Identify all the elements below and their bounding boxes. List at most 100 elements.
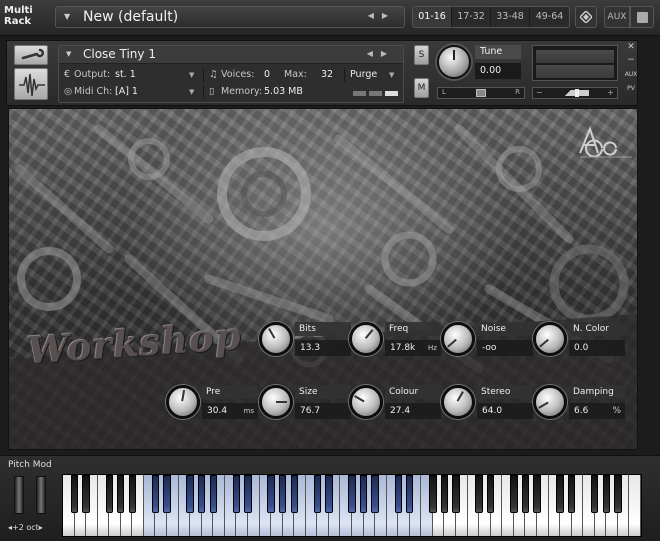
black-key[interactable] bbox=[429, 475, 437, 513]
pitch-bend-wheel[interactable] bbox=[14, 476, 24, 514]
tab-49-64[interactable]: 49-64 bbox=[530, 7, 569, 27]
prev-next-arrows-icon[interactable]: ◀▶ bbox=[367, 49, 395, 58]
pre-knob[interactable] bbox=[166, 385, 200, 419]
black-key[interactable] bbox=[533, 475, 541, 513]
black-key[interactable] bbox=[348, 475, 356, 513]
volume-slider-thumb[interactable] bbox=[575, 89, 579, 97]
volume-slider[interactable]: − + bbox=[532, 87, 618, 99]
black-key[interactable] bbox=[475, 475, 483, 513]
black-key[interactable] bbox=[198, 475, 206, 513]
output-value[interactable]: st. 1 bbox=[115, 69, 136, 80]
chevron-down-icon[interactable]: ▼ bbox=[64, 12, 70, 21]
close-icon[interactable]: ✕ bbox=[623, 42, 639, 52]
black-key[interactable] bbox=[602, 475, 610, 513]
black-key[interactable] bbox=[614, 475, 622, 513]
pan-slider-thumb[interactable] bbox=[476, 89, 486, 97]
size-value[interactable]: 76.7 bbox=[295, 403, 351, 419]
pre-value[interactable]: 30.4 ms bbox=[202, 403, 258, 419]
damping-knob[interactable] bbox=[533, 385, 567, 419]
white-key[interactable] bbox=[629, 475, 641, 536]
size-knob[interactable] bbox=[259, 385, 293, 419]
colour-control: Colour 27.4 bbox=[349, 381, 441, 425]
chevron-down-icon[interactable]: ▼ bbox=[389, 71, 394, 79]
black-key[interactable] bbox=[267, 475, 275, 513]
chevron-down-icon[interactable]: ▼ bbox=[66, 50, 71, 58]
max-voices-value[interactable]: 32 bbox=[321, 69, 333, 80]
black-key[interactable] bbox=[163, 475, 171, 513]
colour-knob[interactable] bbox=[349, 385, 383, 419]
tab-17-32[interactable]: 17-32 bbox=[452, 7, 491, 27]
black-key[interactable] bbox=[510, 475, 518, 513]
plus-icon[interactable]: + bbox=[607, 88, 614, 98]
minus-icon[interactable]: − bbox=[536, 88, 543, 98]
black-key[interactable] bbox=[278, 475, 287, 513]
black-key[interactable] bbox=[105, 475, 113, 513]
pv-toggle[interactable]: PV bbox=[623, 85, 639, 92]
freq-value[interactable]: 17.8k Hz bbox=[385, 340, 441, 356]
octave-up-icon[interactable]: ▸ bbox=[39, 523, 43, 532]
stereo-value[interactable]: 64.0 bbox=[477, 403, 533, 419]
black-key[interactable] bbox=[209, 475, 217, 513]
black-key[interactable] bbox=[82, 475, 90, 513]
rack-title-selector[interactable]: ▼ New (default) ◀▶ bbox=[55, 6, 405, 28]
waveform-button[interactable] bbox=[14, 68, 48, 100]
noise-color-knob[interactable] bbox=[533, 322, 567, 356]
bits-value[interactable]: 13.3 bbox=[295, 340, 351, 356]
noise-value[interactable]: -oo bbox=[477, 340, 533, 356]
black-key[interactable] bbox=[452, 475, 460, 513]
pan-slider[interactable]: L R bbox=[437, 87, 525, 99]
chevron-down-icon[interactable]: ▼ bbox=[189, 88, 194, 96]
noise-color-value[interactable]: 0.0 bbox=[569, 340, 625, 356]
aux-button[interactable]: AUX bbox=[604, 6, 630, 28]
aux-toggle[interactable]: AUX bbox=[623, 71, 639, 78]
midi-channel-value[interactable]: [A] 1 bbox=[115, 86, 138, 97]
piano-keyboard[interactable] bbox=[62, 474, 642, 537]
minimize-icon[interactable]: − bbox=[623, 55, 639, 65]
stereo-knob[interactable] bbox=[441, 385, 475, 419]
edit-instrument-button[interactable] bbox=[14, 45, 48, 65]
black-key[interactable] bbox=[151, 475, 160, 513]
black-key[interactable] bbox=[521, 475, 530, 513]
noise-knob[interactable] bbox=[441, 322, 475, 356]
chevron-down-icon[interactable]: ▼ bbox=[189, 71, 194, 79]
solo-button[interactable]: S bbox=[414, 45, 429, 65]
black-key[interactable] bbox=[128, 475, 137, 513]
black-key[interactable] bbox=[406, 475, 414, 513]
tune-knob[interactable] bbox=[437, 45, 471, 79]
bits-knob[interactable] bbox=[259, 322, 293, 356]
mute-button[interactable]: M bbox=[414, 78, 429, 98]
freq-knob[interactable] bbox=[349, 322, 383, 356]
black-key[interactable] bbox=[313, 475, 321, 513]
black-key[interactable] bbox=[117, 475, 125, 513]
octave-shift-control[interactable]: ◂+2 oct▸ bbox=[8, 523, 43, 532]
voices-icon: ♫ bbox=[209, 69, 218, 80]
black-key[interactable] bbox=[394, 475, 402, 513]
tab-33-48[interactable]: 33-48 bbox=[491, 7, 530, 27]
black-key[interactable] bbox=[244, 475, 252, 513]
noise-color-label: N. Color bbox=[569, 322, 625, 336]
black-key[interactable] bbox=[371, 475, 379, 513]
rack-view-button[interactable] bbox=[575, 6, 597, 28]
black-key[interactable] bbox=[591, 475, 599, 513]
mod-wheel[interactable] bbox=[36, 476, 46, 514]
black-key[interactable] bbox=[556, 475, 564, 513]
black-key[interactable] bbox=[186, 475, 194, 513]
black-key[interactable] bbox=[325, 475, 333, 513]
black-key[interactable] bbox=[290, 475, 298, 513]
save-button[interactable] bbox=[630, 6, 654, 28]
black-key[interactable] bbox=[232, 475, 241, 513]
damping-value[interactable]: 6.6% bbox=[569, 403, 625, 419]
black-key[interactable] bbox=[359, 475, 368, 513]
tab-01-16[interactable]: 01-16 bbox=[413, 7, 452, 27]
colour-value[interactable]: 27.4 bbox=[385, 403, 441, 419]
black-key[interactable] bbox=[567, 475, 576, 513]
black-key[interactable] bbox=[487, 475, 495, 513]
black-key[interactable] bbox=[440, 475, 449, 513]
wrench-icon bbox=[21, 48, 45, 60]
black-key[interactable] bbox=[70, 475, 79, 513]
purge-menu[interactable]: Purge bbox=[350, 69, 377, 80]
damping-label: Damping bbox=[569, 385, 625, 399]
tune-value[interactable]: 0.00 bbox=[475, 63, 521, 79]
prev-next-arrows-icon[interactable]: ◀▶ bbox=[368, 11, 396, 20]
instrument-name-bar[interactable]: ▼ Close Tiny 1 ◀▶ bbox=[59, 46, 403, 64]
